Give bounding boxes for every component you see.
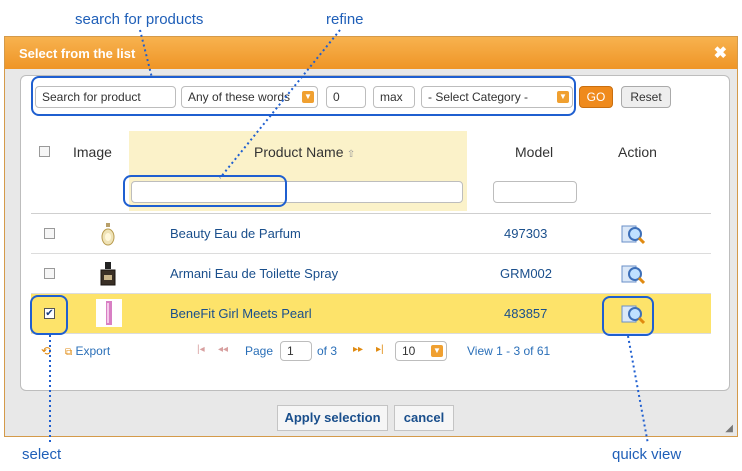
annotation-connectors — [49, 29, 649, 445]
